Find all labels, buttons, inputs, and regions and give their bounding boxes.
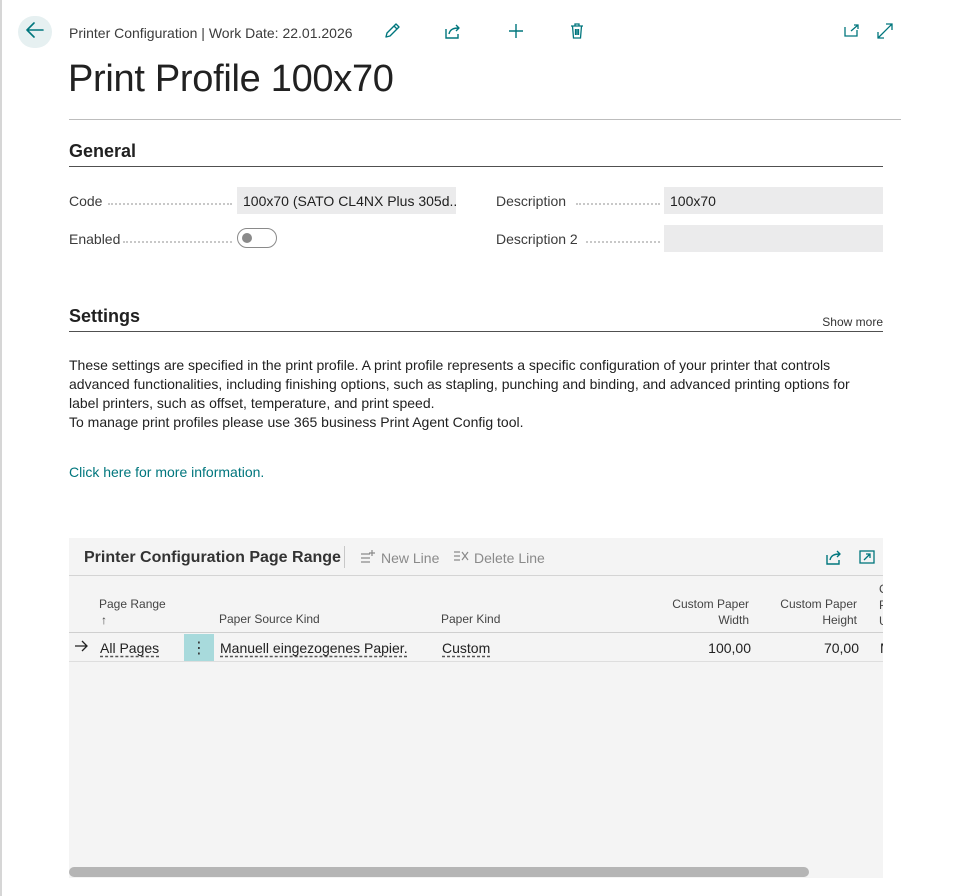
more-options-icon: ⋮ [191, 639, 207, 657]
delete-icon [568, 22, 586, 45]
settings-section-header[interactable]: Settings Show more [69, 306, 883, 332]
code-field[interactable]: 100x70 (SATO CL4NX Plus 305d... [237, 187, 456, 214]
col-custom-height-line2: Height [822, 613, 857, 627]
share-icon [444, 22, 462, 45]
general-section-title: General [69, 141, 137, 161]
horizontal-scrollbar[interactable] [69, 867, 809, 877]
delete-button[interactable] [566, 22, 588, 44]
description2-field[interactable] [664, 225, 883, 252]
paper-source-kind-cell[interactable]: Manuell eingezogenes Papier. [220, 640, 408, 656]
open-new-window-icon [843, 22, 861, 45]
show-more-link[interactable]: Show more [822, 315, 883, 329]
edit-button[interactable] [381, 22, 403, 44]
col-custom-height-line1: Custom Paper [780, 597, 857, 611]
title-divider [69, 119, 901, 120]
settings-description: These settings are specified in the prin… [69, 356, 883, 432]
description2-leader-dots [586, 241, 660, 243]
col-custom-paper-height[interactable]: Custom Paper Height [759, 596, 857, 628]
settings-description-text: These settings are specified in the prin… [69, 357, 850, 411]
delete-line-label: Delete Line [474, 549, 545, 566]
back-arrow-icon [26, 21, 44, 43]
delete-line-icon [453, 549, 469, 566]
expand-icon [876, 22, 894, 45]
back-button[interactable] [18, 16, 52, 48]
general-section-header[interactable]: General [69, 141, 883, 167]
truncated-cell[interactable]: M [880, 640, 883, 656]
code-label: Code [69, 193, 103, 209]
left-border [0, 0, 2, 896]
custom-width-cell[interactable]: 100,00 [651, 640, 751, 656]
add-button[interactable] [505, 22, 527, 44]
code-leader-dots [108, 203, 232, 205]
focus-mode-icon [858, 550, 876, 570]
col-custom-width-line1: Custom Paper [672, 597, 749, 611]
new-line-button[interactable]: New Line [360, 549, 439, 566]
col-paper-kind[interactable]: Paper Kind [441, 611, 500, 627]
delete-line-button[interactable]: Delete Line [453, 549, 545, 566]
share-button[interactable] [442, 22, 464, 44]
col-custom-paper-width[interactable]: Custom Paper Width [649, 596, 749, 628]
col-page-range-label: Page Range [99, 597, 166, 611]
col-page-range[interactable]: Page Range ↑ [99, 596, 166, 628]
row-actions-button[interactable]: ⋮ [184, 634, 214, 661]
enabled-leader-dots [123, 241, 232, 243]
col-truncated[interactable]: C P U [879, 581, 883, 629]
description-label: Description [496, 193, 567, 209]
table-row[interactable]: All Pages ⋮ Manuell eingezogenes Papier.… [69, 634, 883, 662]
subpage-focus-button[interactable] [858, 548, 876, 566]
expand-button[interactable] [874, 22, 896, 44]
toggle-knob [242, 233, 252, 243]
settings-instruction-text: To manage print profiles please use 365 … [69, 414, 524, 430]
paper-kind-cell[interactable]: Custom [442, 640, 490, 656]
subpage-toolbar: Printer Configuration Page Range New Lin… [69, 538, 883, 576]
row-selected-arrow-icon [74, 639, 88, 655]
description-leader-dots [576, 203, 660, 205]
open-new-window-button[interactable] [841, 22, 863, 44]
page-title: Print Profile 100x70 [68, 58, 394, 100]
page-range-subpage: Printer Configuration Page Range New Lin… [69, 538, 883, 878]
share-icon [825, 550, 843, 570]
subpage-title[interactable]: Printer Configuration Page Range [84, 549, 341, 567]
description-field[interactable]: 100x70 [664, 187, 883, 214]
enabled-toggle[interactable] [237, 228, 277, 248]
col-truncated-line1: C [879, 581, 883, 597]
subpage-share-button[interactable] [825, 548, 843, 566]
add-icon [507, 22, 525, 45]
col-truncated-line2: P [879, 597, 883, 613]
sort-ascending-icon: ↑ [101, 613, 107, 627]
more-info-link[interactable]: Click here for more information. [69, 464, 264, 480]
new-line-icon [360, 549, 376, 566]
col-custom-width-line2: Width [718, 613, 749, 627]
description2-label: Description 2 [496, 231, 578, 247]
edit-icon [383, 22, 401, 45]
page-range-cell[interactable]: All Pages [100, 640, 159, 656]
grid-header: Page Range ↑ Paper Source Kind Paper Kin… [69, 577, 883, 633]
col-paper-source-kind[interactable]: Paper Source Kind [219, 611, 320, 627]
enabled-label: Enabled [69, 231, 121, 247]
toolbar-separator [344, 546, 345, 568]
breadcrumb: Printer Configuration | Work Date: 22.01… [69, 25, 353, 41]
new-line-label: New Line [381, 549, 440, 566]
custom-height-cell[interactable]: 70,00 [759, 640, 859, 656]
settings-section-title: Settings [69, 306, 141, 326]
col-truncated-line3: U [879, 613, 883, 629]
